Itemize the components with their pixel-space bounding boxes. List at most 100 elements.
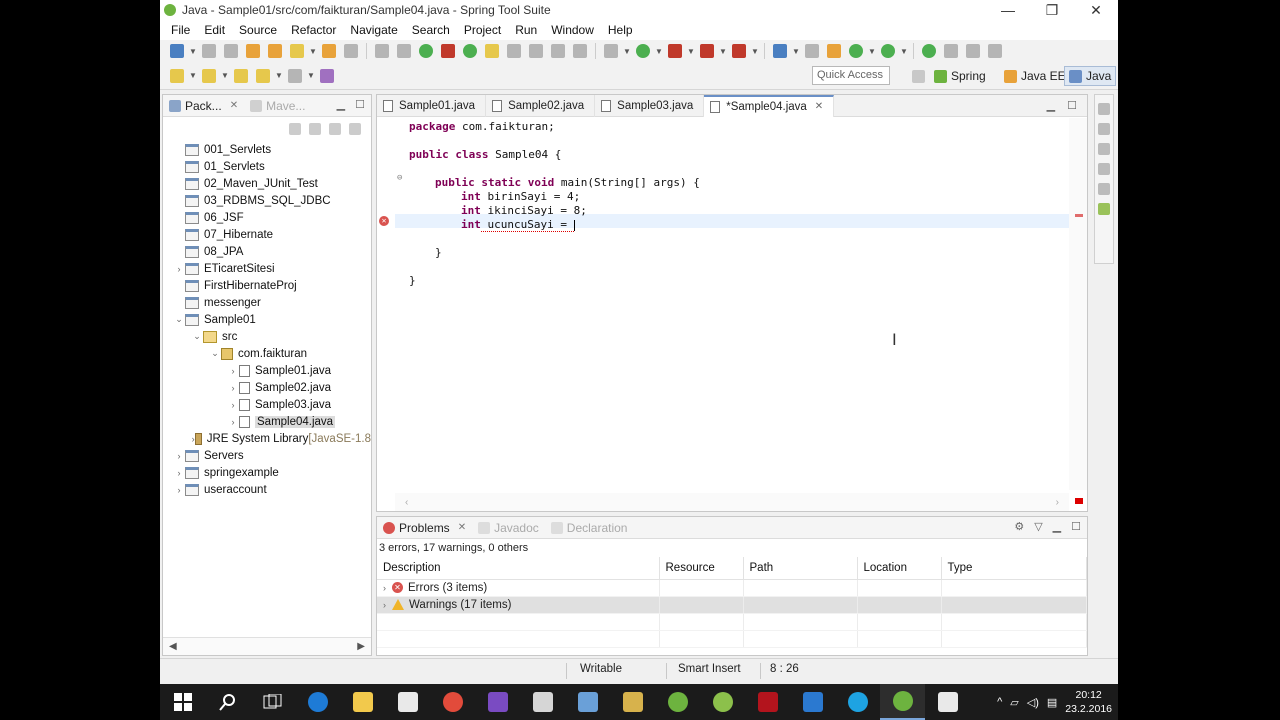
code-line[interactable]: int ucuncuSayi = <box>461 218 575 232</box>
tree-item[interactable]: 03_RDBMS_SQL_JDBC <box>163 192 371 209</box>
menu-source[interactable]: Source <box>232 23 284 37</box>
view-menu-icon[interactable] <box>349 123 361 135</box>
minimize-view-icon[interactable]: ▁ <box>1047 99 1055 112</box>
refresh-spring-icon[interactable] <box>849 44 863 58</box>
close-icon[interactable]: ✕ <box>815 101 823 112</box>
taskbar-sts-active[interactable] <box>880 684 925 720</box>
restore-button[interactable]: ❐ <box>1030 0 1074 20</box>
tree-item[interactable]: ⌄ Sample01 <box>163 311 371 328</box>
scroll-left-icon[interactable]: ‹ <box>405 497 408 508</box>
close-icon[interactable]: ✕ <box>458 522 466 533</box>
forward-arrow-icon[interactable] <box>288 68 302 83</box>
filter-icon[interactable]: ⚙ <box>1014 520 1024 533</box>
code-line[interactable]: } <box>409 274 416 288</box>
step-icon[interactable] <box>944 44 958 58</box>
column-description[interactable]: Description <box>377 557 660 580</box>
view-menu-icon[interactable]: ▽ <box>1034 520 1042 533</box>
tree-item[interactable]: › Sample01.java <box>163 362 371 379</box>
search-icon[interactable] <box>773 44 787 58</box>
taskbar-tomcat[interactable] <box>610 684 655 720</box>
tree-item[interactable]: › Sample04.java <box>163 413 371 430</box>
print-icon[interactable] <box>375 44 389 58</box>
bookmark-icon[interactable] <box>1098 183 1110 195</box>
forward-icon[interactable] <box>529 44 543 58</box>
chevron-right-icon[interactable]: › <box>173 451 185 461</box>
tab-sample02[interactable]: Sample02.java <box>486 94 596 117</box>
tree-item[interactable]: › springexample <box>163 464 371 481</box>
error-overview-summary[interactable] <box>1075 498 1083 504</box>
chevron-right-icon[interactable]: › <box>383 600 386 610</box>
chevron-right-icon[interactable]: › <box>173 485 185 495</box>
menu-search[interactable]: Search <box>405 23 457 37</box>
tab-sample03[interactable]: Sample03.java <box>595 94 705 117</box>
search-button[interactable] <box>205 684 250 720</box>
tab-maven-repositories[interactable]: Mave... <box>244 95 311 117</box>
tab-javadoc[interactable]: Javadoc <box>472 517 545 539</box>
external-tools-icon[interactable] <box>732 44 746 58</box>
tab-declaration[interactable]: Declaration <box>545 517 634 539</box>
taskbar-edge[interactable] <box>295 684 340 720</box>
chevron-down-icon[interactable]: ▼ <box>307 69 315 83</box>
column-type[interactable]: Type <box>941 557 1087 580</box>
column-path[interactable]: Path <box>743 557 858 580</box>
debug-icon[interactable] <box>668 44 682 58</box>
perspective-java-ee[interactable]: Java EE <box>1000 66 1070 86</box>
chevron-down-icon[interactable]: ▼ <box>189 69 197 83</box>
open-resource-icon[interactable] <box>322 44 336 58</box>
maximize-view-icon[interactable]: ☐ <box>355 98 365 111</box>
taskbar-virtualbox[interactable] <box>565 684 610 720</box>
table-row[interactable]: › Warnings (17 items) <box>377 596 1087 614</box>
refresh-icon[interactable] <box>573 44 587 58</box>
next-annotation-icon[interactable] <box>170 68 184 83</box>
outline-icon[interactable] <box>1098 103 1110 115</box>
spring-boot-icon[interactable] <box>881 44 895 58</box>
chevron-down-icon[interactable]: ▼ <box>275 69 283 83</box>
chevron-right-icon[interactable]: › <box>173 468 185 478</box>
column-resource[interactable]: Resource <box>659 557 744 580</box>
task-list-icon[interactable] <box>1098 123 1110 135</box>
settings-icon[interactable] <box>604 44 618 58</box>
tree-item[interactable]: ⌄ src <box>163 328 371 345</box>
format-icon[interactable] <box>551 44 565 58</box>
disconnect-icon[interactable] <box>966 44 980 58</box>
tree-item[interactable]: 02_Maven_JUnit_Test <box>163 175 371 192</box>
menu-project[interactable]: Project <box>457 23 508 37</box>
minimize-button[interactable]: — <box>986 0 1030 20</box>
task-view-button[interactable] <box>250 684 295 720</box>
quick-access-input[interactable]: Quick Access <box>812 66 890 85</box>
back-icon[interactable] <box>507 44 521 58</box>
open-type-icon[interactable] <box>246 44 260 58</box>
skip-breakpoints-icon[interactable] <box>397 44 411 58</box>
debug-server-icon[interactable] <box>441 44 455 58</box>
chevron-right-icon[interactable]: › <box>227 383 239 393</box>
pin-icon[interactable] <box>463 44 477 58</box>
chevron-right-icon[interactable]: › <box>227 366 239 376</box>
code-line[interactable]: int ikinciSayi = 8; <box>461 204 587 218</box>
tree-item[interactable]: › JRE System Library [JavaSE-1.8 <box>163 430 371 447</box>
last-edit-location-icon[interactable] <box>234 68 248 83</box>
focus-icon[interactable] <box>329 123 341 135</box>
code-area[interactable]: ✕ ⊖ package com.faikturan; public class S… <box>377 118 1069 490</box>
network-icon[interactable]: ▱ <box>1010 696 1018 709</box>
scroll-right-icon[interactable]: ▶ <box>357 641 365 652</box>
notification-icon[interactable]: ▤ <box>1047 696 1057 709</box>
clock[interactable]: 20:12 23.2.2016 <box>1065 688 1112 716</box>
menu-window[interactable]: Window <box>544 23 601 37</box>
previous-annotation-icon[interactable] <box>202 68 216 83</box>
table-row[interactable]: › ✕ Errors (3 items) <box>377 579 1087 597</box>
new-class-icon[interactable] <box>805 44 819 58</box>
taskbar-filezilla[interactable] <box>745 684 790 720</box>
open-folder-icon[interactable] <box>268 44 282 58</box>
chevron-right-icon[interactable]: › <box>383 583 386 593</box>
close-button[interactable]: ✕ <box>1074 0 1118 20</box>
run-icon[interactable] <box>636 44 650 58</box>
chevron-down-icon[interactable]: ▼ <box>900 44 908 58</box>
taskbar-android-studio[interactable] <box>700 684 745 720</box>
tree-item[interactable]: › Sample02.java <box>163 379 371 396</box>
tab-sample01[interactable]: Sample01.java <box>377 94 487 117</box>
menu-navigate[interactable]: Navigate <box>343 23 404 37</box>
taskbar-explorer[interactable] <box>340 684 385 720</box>
tab-sample04[interactable]: *Sample04.java ✕ <box>704 94 835 117</box>
chevron-up-icon[interactable]: ^ <box>997 696 1002 708</box>
vertical-scrollbar[interactable] <box>1069 118 1087 504</box>
